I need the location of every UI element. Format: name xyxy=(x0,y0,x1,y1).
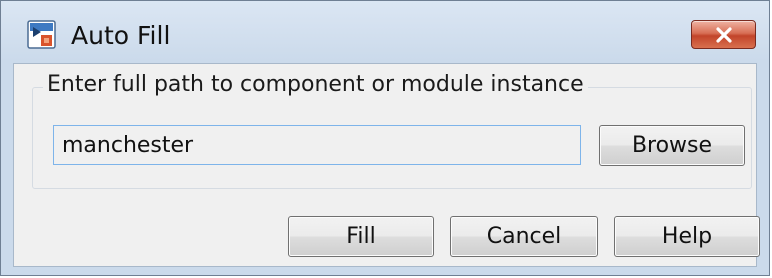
simulink-block-icon xyxy=(27,20,57,50)
close-button[interactable] xyxy=(691,20,756,49)
window-title: Auto Fill xyxy=(71,20,171,50)
path-group: Enter full path to component or module i… xyxy=(32,72,752,189)
help-button[interactable]: Help xyxy=(614,216,760,257)
auto-fill-dialog: Auto Fill Enter full path to component o… xyxy=(0,0,770,276)
cancel-button[interactable]: Cancel xyxy=(450,216,598,257)
close-x-icon xyxy=(715,26,733,43)
path-input[interactable] xyxy=(53,125,581,165)
fill-button[interactable]: Fill xyxy=(288,216,434,257)
path-group-label: Enter full path to component or module i… xyxy=(43,72,588,97)
dialog-body: Enter full path to component or module i… xyxy=(13,63,760,267)
title-bar[interactable]: Auto Fill xyxy=(9,7,761,63)
browse-button[interactable]: Browse xyxy=(599,125,745,166)
